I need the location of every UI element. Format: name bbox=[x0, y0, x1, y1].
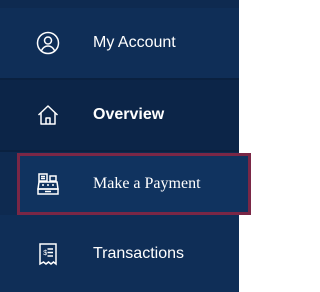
nav-item-label: Transactions bbox=[93, 244, 184, 262]
divider bbox=[0, 150, 239, 152]
user-circle-icon bbox=[36, 31, 60, 55]
receipt-icon: $ bbox=[36, 242, 60, 266]
nav-item-label: Overview bbox=[93, 106, 165, 123]
nav-item-make-a-payment[interactable]: Make a Payment bbox=[17, 153, 251, 215]
cash-register-icon bbox=[36, 172, 60, 196]
nav-item-my-account[interactable]: My Account bbox=[0, 8, 239, 78]
nav-item-label: Make a Payment bbox=[93, 175, 201, 192]
nav-item-transactions[interactable]: $ Transactions bbox=[0, 215, 239, 292]
home-icon bbox=[36, 103, 60, 127]
sidebar-nav: My Account Overview $ Transactions bbox=[0, 0, 239, 292]
svg-text:$: $ bbox=[43, 250, 47, 257]
nav-item-label: My Account bbox=[93, 34, 176, 51]
nav-item-overview[interactable]: Overview bbox=[0, 80, 239, 150]
